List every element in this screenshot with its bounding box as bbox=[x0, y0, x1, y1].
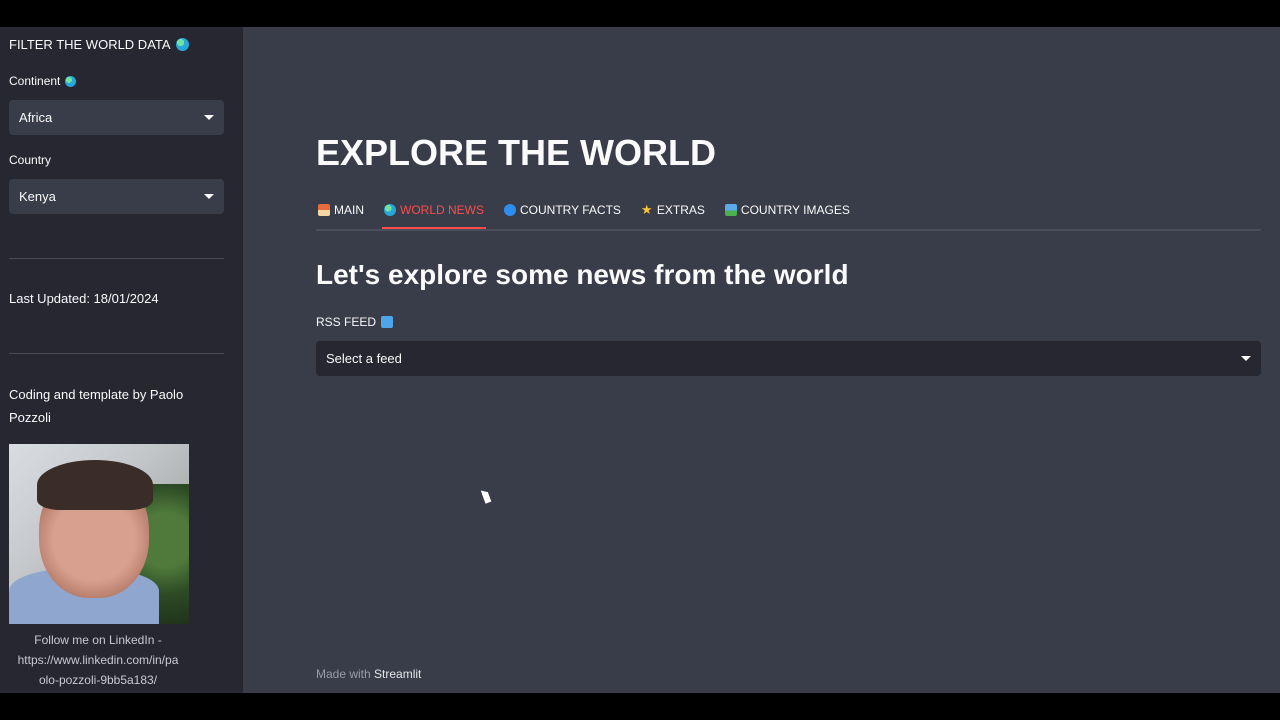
globe-icon bbox=[65, 75, 77, 87]
sidebar: FILTER THE WORLD DATA Continent Africa C… bbox=[0, 27, 243, 693]
divider bbox=[9, 353, 224, 354]
divider bbox=[9, 258, 224, 259]
tab-country-facts[interactable]: COUNTRY FACTS bbox=[502, 199, 623, 221]
wifi-icon bbox=[381, 316, 394, 328]
image-icon bbox=[724, 204, 737, 216]
footer: Made with Streamlit bbox=[316, 667, 422, 681]
house-icon bbox=[318, 204, 330, 216]
continent-label: Continent bbox=[9, 74, 77, 88]
chevron-down-icon bbox=[204, 115, 214, 120]
sidebar-title: FILTER THE WORLD DATA bbox=[9, 37, 189, 52]
mouse-cursor bbox=[480, 488, 492, 504]
main-content: EXPLORE THE WORLD MAIN WORLD NEWS COUNTR… bbox=[243, 27, 1280, 693]
last-updated-text: Last Updated: 18/01/2024 bbox=[9, 291, 159, 306]
tab-main[interactable]: MAIN bbox=[316, 199, 366, 221]
country-label: Country bbox=[9, 153, 52, 167]
globe-icon bbox=[384, 204, 396, 216]
country-select[interactable]: Kenya bbox=[9, 179, 224, 214]
search-icon bbox=[504, 204, 516, 216]
feed-select-placeholder: Select a feed bbox=[326, 351, 402, 366]
chevron-down-icon bbox=[204, 194, 214, 199]
linkedin-caption: Follow me on LinkedIn - https://www.link… bbox=[17, 633, 179, 687]
rss-feed-label: RSS FEED bbox=[316, 315, 394, 329]
star-icon: ★ bbox=[640, 202, 653, 217]
section-heading: Let's explore some news from the world bbox=[316, 259, 849, 290]
credit-text: Coding and template by Paolo Pozzoli bbox=[9, 387, 184, 425]
author-photo bbox=[9, 444, 189, 624]
tab-country-images[interactable]: COUNTRY IMAGES bbox=[723, 199, 852, 221]
chevron-down-icon bbox=[1241, 356, 1251, 361]
tab-world-news[interactable]: WORLD NEWS bbox=[382, 199, 486, 229]
page-title: EXPLORE THE WORLD bbox=[316, 132, 717, 173]
globe-icon bbox=[175, 38, 189, 51]
tab-extras[interactable]: ★ EXTRAS bbox=[639, 199, 707, 221]
app-frame: FILTER THE WORLD DATA Continent Africa C… bbox=[0, 27, 1280, 693]
feed-select[interactable]: Select a feed bbox=[316, 341, 1261, 376]
continent-select[interactable]: Africa bbox=[9, 100, 224, 135]
tab-bar: MAIN WORLD NEWS COUNTRY FACTS ★ EXTRAS C… bbox=[316, 199, 1261, 231]
streamlit-link[interactable]: Streamlit bbox=[374, 667, 421, 681]
continent-select-value: Africa bbox=[19, 110, 53, 125]
country-select-value: Kenya bbox=[19, 189, 56, 204]
